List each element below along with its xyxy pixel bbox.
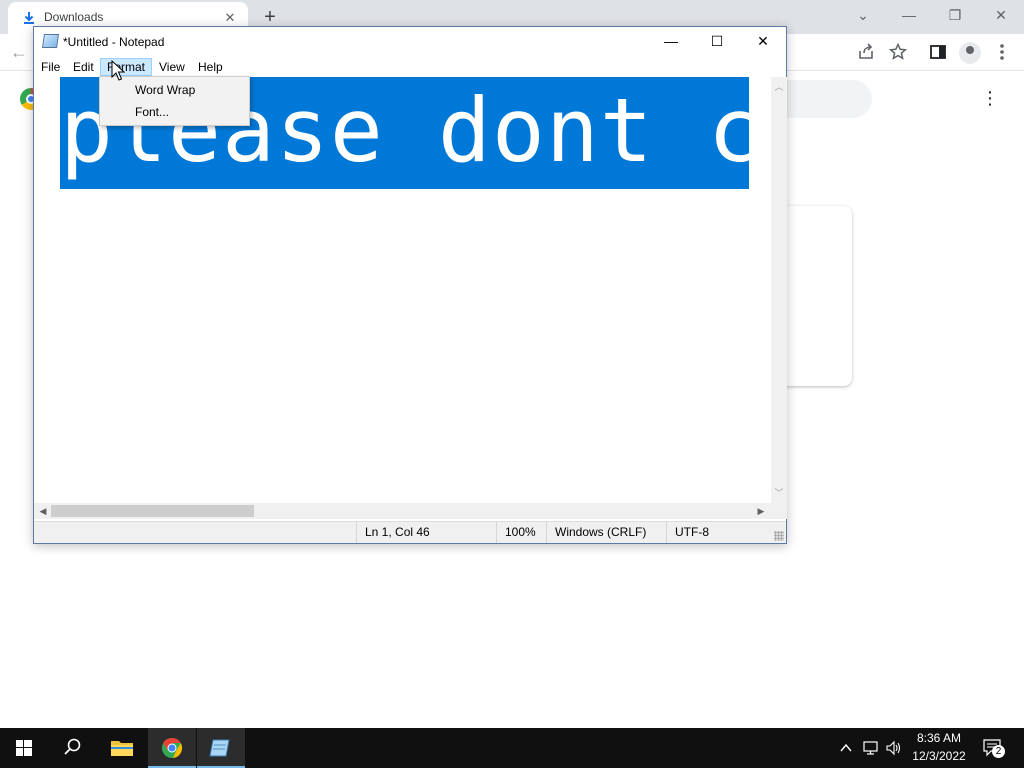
clock-date[interactable]: 12/3/2022 <box>908 749 970 763</box>
format-menu-dropdown: Word Wrap Font... <box>99 76 250 126</box>
clock-time[interactable]: 8:36 AM <box>908 731 970 745</box>
start-button[interactable] <box>0 728 48 768</box>
menu-bar: File Edit Format View Help <box>34 57 786 77</box>
taskbar-notepad[interactable] <box>197 728 245 768</box>
window-title: *Untitled - Notepad <box>63 35 165 49</box>
menu-file[interactable]: File <box>35 58 66 76</box>
taskbar-file-explorer[interactable] <box>98 728 146 768</box>
tab-search-icon[interactable]: ⌄ <box>840 0 886 30</box>
scroll-up-icon[interactable]: ︿ <box>771 79 787 95</box>
horizontal-scrollbar[interactable]: ◀ ▶ <box>34 503 771 519</box>
downloads-card <box>780 206 852 386</box>
taskbar-search-button[interactable] <box>48 728 96 768</box>
minimize-button[interactable]: — <box>648 27 694 57</box>
download-icon <box>24 12 34 24</box>
taskbar: 8:36 AM 12/3/2022 2 <box>0 728 1024 768</box>
menu-item-word-wrap[interactable]: Word Wrap <box>101 79 248 101</box>
chrome-icon <box>162 737 183 758</box>
chrome-minimize-button[interactable]: — <box>886 0 932 30</box>
taskbar-chrome[interactable] <box>148 728 196 768</box>
menu-format[interactable]: Format <box>100 58 153 76</box>
notepad-app-icon <box>42 34 59 48</box>
chrome-menu-icon[interactable] <box>992 42 1012 62</box>
side-panel-icon[interactable] <box>928 42 948 62</box>
scroll-left-icon[interactable]: ◀ <box>35 503 51 519</box>
network-icon[interactable] <box>862 740 880 756</box>
notepad-titlebar[interactable]: *Untitled - Notepad — ☐ ✕ <box>34 27 786 57</box>
chrome-restore-button[interactable]: ❐ <box>932 0 978 30</box>
back-button[interactable]: ← <box>10 42 28 63</box>
notepad-icon <box>209 739 230 757</box>
scroll-right-icon[interactable]: ▶ <box>753 503 769 519</box>
status-position: Ln 1, Col 46 <box>356 522 496 543</box>
status-bar: Ln 1, Col 46 100% Windows (CRLF) UTF-8 <box>34 521 786 543</box>
menu-view[interactable]: View <box>153 58 191 76</box>
bookmark-star-icon[interactable] <box>888 42 908 62</box>
tray-overflow-icon[interactable] <box>838 740 854 756</box>
profile-avatar[interactable] <box>959 42 981 64</box>
menu-item-font[interactable]: Font... <box>101 101 248 123</box>
notification-count-badge: 2 <box>992 745 1005 758</box>
new-tab-button[interactable]: + <box>259 6 281 28</box>
downloads-search-field[interactable] <box>786 80 872 118</box>
mouse-cursor-icon <box>111 60 125 81</box>
file-explorer-icon <box>111 741 133 756</box>
resize-grip[interactable] <box>774 531 784 541</box>
menu-help[interactable]: Help <box>192 58 229 76</box>
status-encoding: UTF-8 <box>666 522 786 543</box>
volume-icon[interactable] <box>885 740 903 756</box>
scroll-down-icon[interactable]: ﹀ <box>771 485 787 501</box>
horizontal-scroll-thumb[interactable] <box>51 505 254 517</box>
menu-edit[interactable]: Edit <box>67 58 100 76</box>
scrollbar-corner <box>771 503 787 519</box>
status-zoom: 100% <box>496 522 546 543</box>
downloads-more-icon[interactable]: ⋮ <box>980 88 1000 109</box>
close-button[interactable]: ✕ <box>740 27 786 57</box>
tab-title: Downloads <box>44 10 104 24</box>
chrome-close-button[interactable]: ✕ <box>978 0 1024 30</box>
share-icon[interactable] <box>856 42 876 62</box>
status-line-ending: Windows (CRLF) <box>546 522 666 543</box>
windows-start-icon <box>16 740 32 756</box>
search-icon <box>64 738 81 755</box>
tab-close-icon[interactable]: ✕ <box>220 8 240 28</box>
maximize-button[interactable]: ☐ <box>694 27 740 57</box>
text-editor-area[interactable]: please dont c <box>34 77 771 503</box>
vertical-scrollbar[interactable]: ︿ ﹀ <box>771 77 787 503</box>
notification-center-button[interactable]: 2 <box>982 738 1005 758</box>
